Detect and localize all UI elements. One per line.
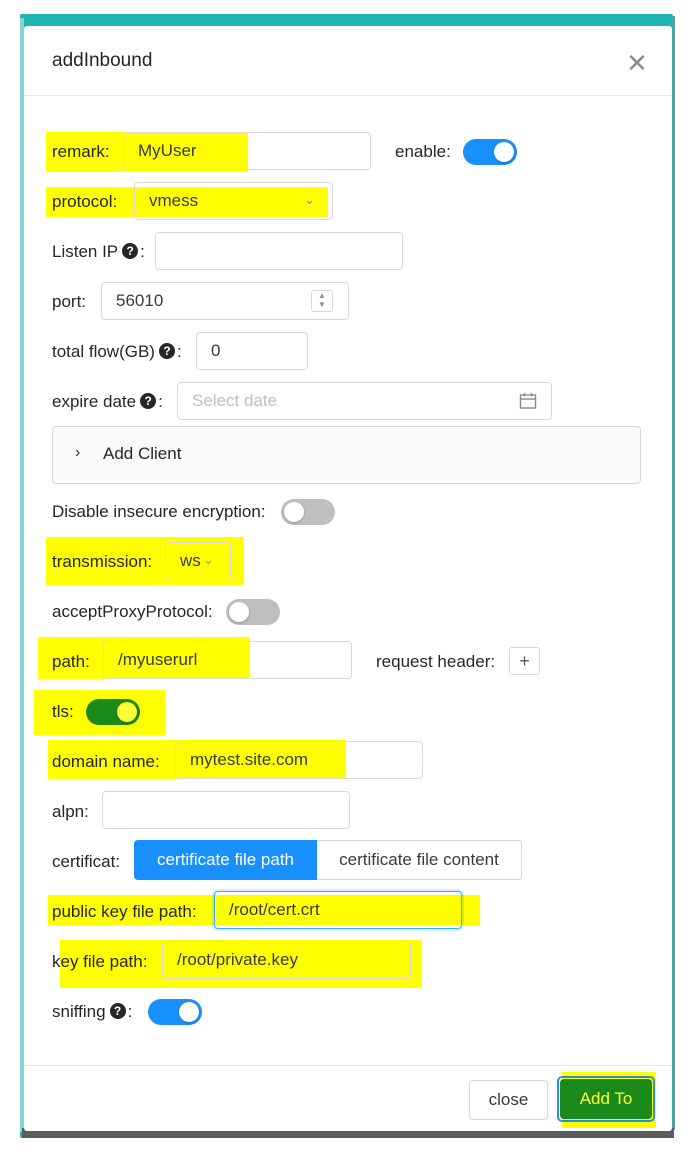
chevron-right-icon: › <box>75 444 81 461</box>
add-request-header-button[interactable]: + <box>509 647 540 675</box>
close-icon[interactable]: ✕ <box>624 50 650 76</box>
protocol-label: protocol: <box>52 192 118 211</box>
question-circle-icon: ? <box>109 1002 126 1019</box>
certificate-file-content-option[interactable]: certificate file content <box>317 840 522 880</box>
key-file-path-label: key file path: <box>52 952 148 971</box>
path-label: path: <box>52 652 90 671</box>
add-client-label: Add Client <box>103 444 182 463</box>
disable-insecure-label: Disable insecure encryption: <box>52 502 266 521</box>
close-button[interactable]: close <box>469 1080 548 1120</box>
certificat-label: certificat: <box>52 852 121 871</box>
certificate-file-path-option[interactable]: certificate file path <box>134 840 317 880</box>
tls-label: tls: <box>52 702 74 721</box>
alpn-input[interactable] <box>102 791 350 829</box>
remark-input[interactable]: MyUser <box>123 132 371 170</box>
listen-ip-input[interactable] <box>155 232 403 270</box>
port-stepper[interactable]: ▲ ▼ <box>311 290 333 312</box>
header-divider <box>24 95 672 96</box>
total-flow-input[interactable]: 0 <box>196 332 308 370</box>
chevron-down-icon: ⌄ <box>304 192 315 207</box>
question-circle-icon: ? <box>158 342 175 359</box>
total-flow-label: total flow(GB)?: <box>52 342 182 361</box>
transmission-select[interactable]: ws <box>165 542 231 580</box>
footer-divider <box>24 1065 672 1066</box>
expire-date-placeholder: Select date <box>192 391 278 410</box>
alpn-label: alpn: <box>52 802 89 821</box>
accept-proxy-switch[interactable] <box>226 599 280 625</box>
chevron-down-icon: ⌄ <box>203 552 214 567</box>
expire-date-label: expire date?: <box>52 392 163 411</box>
sniffing-label: sniffing?: <box>52 1002 133 1021</box>
request-header-label: request header: <box>376 652 496 671</box>
public-key-path-input[interactable]: /root/cert.crt <box>214 891 462 929</box>
enable-label: enable: <box>395 142 451 161</box>
key-file-path-input[interactable]: /root/private.key <box>162 941 411 979</box>
question-circle-icon: ? <box>140 392 157 409</box>
add-to-button[interactable]: Add To <box>560 1079 652 1119</box>
tls-switch[interactable] <box>86 699 140 725</box>
disable-insecure-switch[interactable] <box>281 499 335 525</box>
enable-switch[interactable] <box>463 139 517 165</box>
modal-title: addInbound <box>52 50 153 71</box>
domain-name-label: domain name: <box>52 752 160 771</box>
calendar-icon <box>519 393 537 409</box>
public-key-path-label: public key file path: <box>52 902 197 921</box>
sniffing-switch[interactable] <box>148 999 202 1025</box>
add-client-panel[interactable]: › Add Client <box>52 426 641 484</box>
transmission-label: transmission: <box>52 552 153 571</box>
listen-ip-label: Listen IP?: <box>52 242 145 261</box>
question-circle-icon: ? <box>122 242 139 259</box>
domain-name-input[interactable]: mytest.site.com <box>175 741 423 779</box>
remark-label: remark: <box>52 142 110 161</box>
accept-proxy-label: acceptProxyProtocol: <box>52 602 213 621</box>
frame-shadow-right <box>673 16 675 1130</box>
path-input[interactable]: /myuserurl <box>103 641 352 679</box>
port-label: port: <box>52 292 87 311</box>
expire-date-picker[interactable]: Select date <box>177 382 552 420</box>
